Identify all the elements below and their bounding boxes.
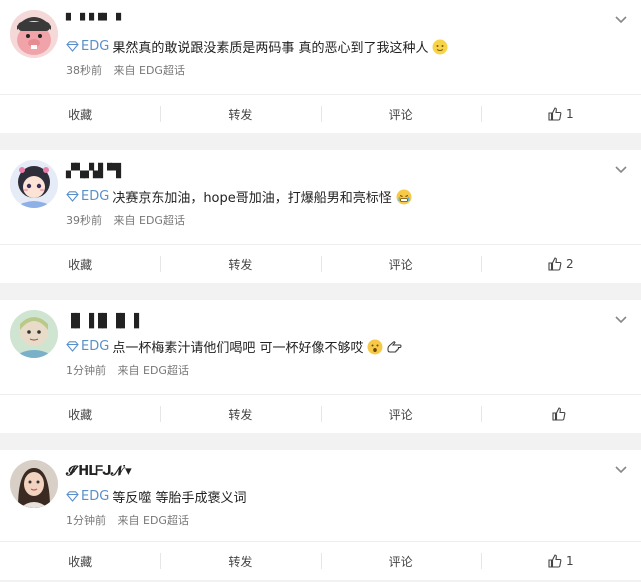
like-button[interactable]: 2 (480, 245, 641, 283)
chevron-down-icon[interactable] (613, 314, 629, 326)
comment-text-line: EDG 果然真的敢说跟没素质是两码事 真的恶心到了我这种人 (66, 37, 448, 56)
avatar[interactable] (10, 460, 58, 508)
favorite-button[interactable]: 收藏 (0, 95, 160, 133)
superfan-badge: EDG (66, 339, 109, 354)
repost-button[interactable]: 转发 (160, 542, 320, 580)
comment-button[interactable]: 评论 (320, 95, 481, 133)
superfan-badge: EDG (66, 189, 109, 204)
action-bar: 收藏 转发 评论 1 (0, 94, 641, 133)
username[interactable]: ▐▌▐▐▌▐▌▐ (66, 314, 139, 329)
diamond-icon (66, 41, 79, 52)
chevron-down-icon[interactable] (613, 164, 629, 176)
like-button[interactable] (480, 395, 641, 433)
thumbs-up-icon (548, 554, 562, 568)
comment-text-line: EDG 点一杯梅素汁请他们喝吧 可一杯好像不够哎 (66, 337, 402, 356)
comment-meta: 1分钟前 来自 EDG超话 (66, 512, 189, 528)
like-count: 1 (566, 107, 574, 121)
comment-button[interactable]: 评论 (320, 395, 481, 433)
comment-button[interactable]: 评论 (320, 542, 481, 580)
comment-text: 决赛京东加油，hope哥加油，打爆船男和亮标怪 (112, 191, 392, 206)
comment-card: ▐▌▐▐▌▐▌▐ EDG 点一杯梅素汁请他们喝吧 可一杯好像不够哎 1分钟前 来… (0, 300, 641, 433)
timestamp: 1分钟前 (66, 364, 106, 377)
action-bar: 收藏 转发 评论 2 (0, 244, 641, 283)
source[interactable]: 来自 EDG超话 (114, 214, 185, 227)
comment-card: 𝓘ᐟᕼᒪᖴᒍ𝓝ᐝ▾ EDG 等反噬 等胎手成褒义词 1分钟前 来自 EDG超话 … (0, 450, 641, 580)
comment-feed: ▘▝▝▝▘▝ EDG 果然真的敢说跟没素质是两码事 真的恶心到了我这种人 38秒… (0, 0, 641, 580)
chevron-down-icon[interactable] (613, 464, 629, 476)
repost-button[interactable]: 转发 (160, 245, 320, 283)
comment-text: 果然真的敢说跟没素质是两码事 真的恶心到了我这种人 (112, 41, 429, 56)
diamond-icon (66, 491, 79, 502)
like-count: 2 (566, 257, 574, 271)
action-bar: 收藏 转发 评论 (0, 394, 641, 433)
username[interactable]: ▞▚▞▟▝▜ (66, 164, 121, 179)
comment-text-line: EDG 等反噬 等胎手成褒义词 (66, 487, 246, 506)
timestamp: 39秒前 (66, 214, 102, 227)
favorite-button[interactable]: 收藏 (0, 245, 160, 283)
avatar[interactable] (10, 310, 58, 358)
comment-button[interactable]: 评论 (320, 245, 481, 283)
like-count: 1 (566, 554, 574, 568)
avatar[interactable] (10, 160, 58, 208)
thumbs-up-icon (548, 107, 562, 121)
chevron-down-icon[interactable] (613, 14, 629, 26)
favorite-button[interactable]: 收藏 (0, 542, 160, 580)
repost-button[interactable]: 转发 (160, 95, 320, 133)
source[interactable]: 来自 EDG超话 (118, 364, 189, 377)
action-bar: 收藏 转发 评论 1 (0, 541, 641, 580)
superfan-badge: EDG (66, 489, 109, 504)
source[interactable]: 来自 EDG超话 (114, 64, 185, 77)
diamond-icon (66, 191, 79, 202)
surprised-emoji-icon (367, 339, 383, 355)
thumbs-up-icon (552, 407, 566, 421)
favorite-button[interactable]: 收藏 (0, 395, 160, 433)
like-button[interactable]: 1 (480, 542, 641, 580)
diamond-icon (66, 341, 79, 352)
timestamp: 38秒前 (66, 64, 102, 77)
username[interactable]: ▘▝▝▝▘▝ (66, 14, 121, 29)
username[interactable]: 𝓘ᐟᕼᒪᖴᒍ𝓝ᐝ▾ (66, 464, 132, 479)
superfan-badge: EDG (66, 39, 109, 54)
comment-meta: 38秒前 来自 EDG超话 (66, 62, 185, 78)
avatar[interactable] (10, 10, 58, 58)
comment-text-line: EDG 决赛京东加油，hope哥加油，打爆船男和亮标怪 (66, 187, 412, 206)
repost-button[interactable]: 转发 (160, 395, 320, 433)
smile-emoji-icon (432, 39, 448, 55)
timestamp: 1分钟前 (66, 514, 106, 527)
like-button[interactable]: 1 (480, 95, 641, 133)
source[interactable]: 来自 EDG超话 (118, 514, 189, 527)
crying-emoji-icon (396, 189, 412, 205)
comment-text: 点一杯梅素汁请他们喝吧 可一杯好像不够哎 (112, 341, 364, 356)
pointing-hand-icon (386, 339, 402, 355)
comment-meta: 39秒前 来自 EDG超话 (66, 212, 185, 228)
thumbs-up-icon (548, 257, 562, 271)
comment-card: ▘▝▝▝▘▝ EDG 果然真的敢说跟没素质是两码事 真的恶心到了我这种人 38秒… (0, 0, 641, 133)
comment-text: 等反噬 等胎手成褒义词 (112, 491, 247, 506)
comment-card: ▞▚▞▟▝▜ EDG 决赛京东加油，hope哥加油，打爆船男和亮标怪 39秒前 … (0, 150, 641, 283)
comment-meta: 1分钟前 来自 EDG超话 (66, 362, 189, 378)
